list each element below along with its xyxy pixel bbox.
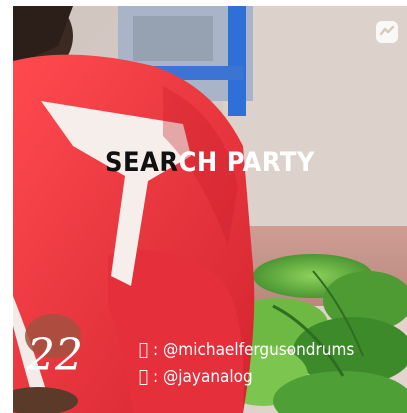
title-dark-part: SEAR <box>105 147 179 178</box>
credit-handle: : @michaelfergusondrums <box>153 340 355 360</box>
show-title: SEARCH PARTY <box>13 146 407 180</box>
title-light-part: CH PARTY <box>178 147 315 178</box>
credit-item: : @jayanalog <box>139 364 354 391</box>
credit-item: : @michaelfergusondrums <box>139 337 354 364</box>
instagram-icon:  <box>139 337 153 364</box>
instagram-icon:  <box>139 364 153 391</box>
credits-list: : @michaelfergusondrums : @jayanalog <box>139 337 354 391</box>
video-frame: SEARCH PARTY 22 : @michaelfergusondrums… <box>13 6 407 413</box>
credit-handle: : @jayanalog <box>153 367 253 387</box>
app-logo-icon <box>376 21 398 43</box>
episode-number: 22 <box>27 330 83 381</box>
